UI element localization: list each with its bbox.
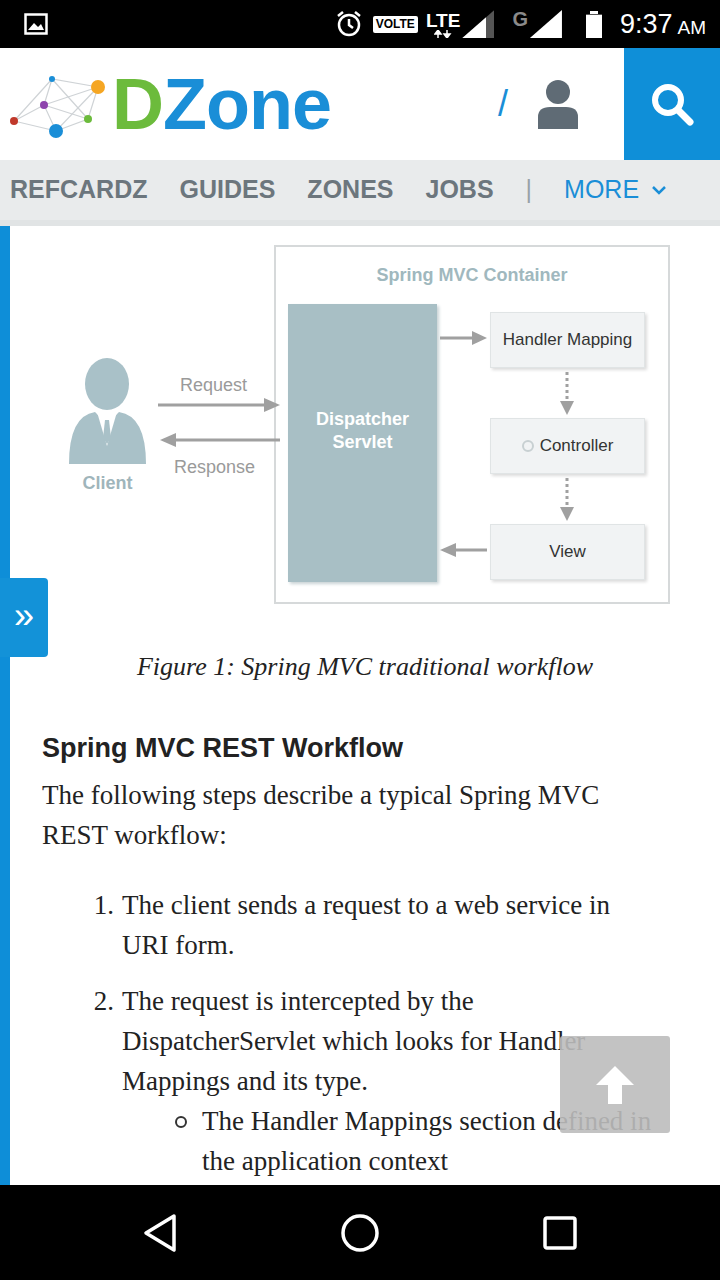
logo-network-icon[interactable] <box>8 69 108 139</box>
more-menu[interactable]: MORE <box>564 171 667 209</box>
gear-icon <box>522 440 534 452</box>
step-label: View <box>549 539 586 565</box>
more-label: MORE <box>564 171 639 209</box>
signal-g-track <box>530 10 562 38</box>
nav-separator: | <box>526 171 533 209</box>
clock-time: 9:37 <box>620 11 673 38</box>
back-icon[interactable] <box>142 1213 178 1253</box>
step-number: 2. <box>42 981 114 1181</box>
signal-lte-fill <box>462 10 486 38</box>
step-text: The client sends a request to a web serv… <box>122 885 612 965</box>
response-label: Response <box>174 454 255 481</box>
controller-box: Controller <box>490 418 645 474</box>
container-title: Spring MVC Container <box>274 262 670 289</box>
home-icon[interactable] <box>340 1213 380 1253</box>
step-text: The request is intercepted by the Dispat… <box>122 981 612 1101</box>
alarm-icon <box>335 10 363 38</box>
volte-badge: VOLTE <box>373 16 418 33</box>
logo-d: D <box>112 68 163 140</box>
dispatcher-label: Dispatcher Servlet <box>296 408 429 454</box>
request-label: Request <box>180 372 247 399</box>
dispatcher-box: Dispatcher Servlet <box>288 304 437 582</box>
step-number: 1. <box>42 885 114 965</box>
handler-mapping-box: Handler Mapping <box>490 312 645 368</box>
search-icon <box>649 81 695 127</box>
screen: VOLTE LTE G 9:37 AM <box>0 0 720 1280</box>
arrow-up-icon <box>592 1062 638 1108</box>
data-arrows-icon <box>434 30 452 38</box>
header-divider: / <box>498 77 508 131</box>
client-label: Client <box>55 470 160 497</box>
battery-icon <box>586 11 602 38</box>
scroll-top-button[interactable] <box>560 1036 670 1133</box>
intro-paragraph: The following steps describe a typical S… <box>42 775 612 855</box>
signal-lte-track <box>462 10 494 38</box>
battery-track <box>586 14 602 38</box>
main-nav: REFCARDZ GUIDES ZONES JOBS | MORE <box>0 160 720 220</box>
section-heading: Spring MVC REST Workflow <box>42 731 700 765</box>
nav-item[interactable]: ZONES <box>307 171 393 209</box>
step-label: Controller <box>540 433 614 459</box>
logo-text[interactable]: D Zone <box>112 68 331 140</box>
battery-fill <box>586 15 602 38</box>
network-label: G <box>512 4 528 34</box>
site-header: D Zone / <box>0 48 720 160</box>
workflow-diagram: Spring MVC Container Dispatcher Servlet … <box>10 226 720 626</box>
step-item: 1. The client sends a request to a web s… <box>42 885 700 965</box>
step-label: Handler Mapping <box>503 327 632 353</box>
client-icon <box>65 354 150 464</box>
search-button[interactable] <box>624 48 720 160</box>
lte-label: LTE <box>426 11 460 30</box>
clock-ampm: AM <box>678 18 707 37</box>
status-bar: VOLTE LTE G 9:37 AM <box>0 0 720 48</box>
gallery-icon <box>24 13 48 35</box>
lte-indicator: LTE <box>426 11 460 38</box>
side-tab[interactable]: » <box>0 578 48 657</box>
view-box: View <box>490 524 645 580</box>
nav-item[interactable]: REFCARDZ <box>10 171 148 209</box>
steps-list: 1. The client sends a request to a web s… <box>42 885 700 1181</box>
nav-item[interactable]: GUIDES <box>180 171 276 209</box>
chevron-down-icon <box>651 185 667 195</box>
figure-caption: Figure 1: Spring MVC traditional workflo… <box>10 649 720 685</box>
diagram-arrows <box>10 226 720 626</box>
user-icon[interactable] <box>536 79 580 129</box>
nav-item[interactable]: JOBS <box>425 171 493 209</box>
logo-zone: Zone <box>163 68 331 140</box>
bullet-icon <box>175 1116 187 1128</box>
signal-g-fill <box>530 10 562 38</box>
recents-icon[interactable] <box>543 1216 577 1250</box>
system-nav-bar <box>0 1185 720 1280</box>
